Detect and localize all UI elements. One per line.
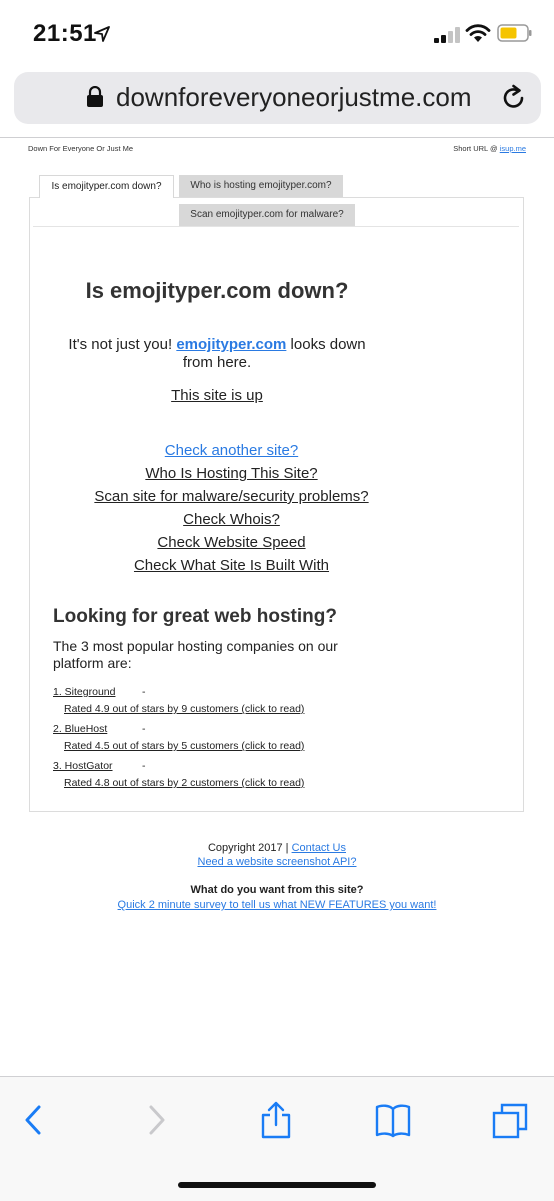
- host-link-bluehost[interactable]: 2. BlueHost: [53, 723, 107, 735]
- who-is-hosting-link[interactable]: Who Is Hosting This Site?: [40, 462, 423, 485]
- browser-divider: [0, 137, 554, 138]
- wifi-icon: [465, 24, 491, 42]
- screenshot-api-link[interactable]: Need a website screenshot API?: [198, 856, 357, 868]
- host-item: 2. BlueHost -: [53, 723, 146, 735]
- host-dash: -: [142, 723, 146, 735]
- signal-icon: [434, 27, 460, 43]
- short-url-label: Short URL @: [453, 144, 498, 153]
- host-rating-link[interactable]: Rated 4.8 out of stars by 2 customers (c…: [64, 777, 304, 789]
- tab-scan-malware[interactable]: Scan emojityper.com for malware?: [179, 204, 355, 226]
- tab-is-down[interactable]: Is emojityper.com down?: [39, 175, 174, 198]
- host-rating-link[interactable]: Rated 4.5 out of stars by 5 customers (c…: [64, 740, 304, 752]
- status-message: It's not just you! emojityper.com looks …: [60, 336, 374, 372]
- host-link-siteground[interactable]: 1. Siteground: [53, 686, 115, 698]
- survey-question: What do you want from this site?: [190, 884, 364, 896]
- built-with-link[interactable]: Check What Site Is Built With: [40, 554, 423, 577]
- url-text[interactable]: downforeveryoneorjustme.com: [116, 82, 472, 113]
- api-line: Need a website screenshot API?: [0, 856, 554, 868]
- status-bar: 21:51: [0, 0, 554, 64]
- host-link-hostgator[interactable]: 3. HostGator: [53, 760, 113, 772]
- tabs-icon[interactable]: [492, 1101, 528, 1139]
- site-is-up-link[interactable]: This site is up: [40, 387, 394, 404]
- host-item: 1. Siteground -: [53, 686, 146, 698]
- lock-icon: [87, 86, 103, 107]
- action-links: Check another site? Who Is Hosting This …: [40, 439, 423, 577]
- short-url-link[interactable]: isup.me: [500, 144, 526, 153]
- copyright-line: Copyright 2017 | Contact Us: [0, 842, 554, 854]
- browser-toolbar: [0, 1076, 554, 1201]
- panel-divider: [33, 226, 519, 227]
- address-bar[interactable]: downforeveryoneorjustme.com: [14, 72, 541, 124]
- scan-malware-link[interactable]: Scan site for malware/security problems?: [40, 485, 423, 508]
- hosting-heading: Looking for great web hosting?: [53, 606, 337, 627]
- host-item: 3. HostGator -: [53, 760, 146, 772]
- page-title: Is emojityper.com down?: [85, 278, 349, 303]
- survey-line: Quick 2 minute survey to tell us what NE…: [0, 899, 554, 911]
- check-another-site-link[interactable]: Check another site?: [40, 439, 423, 462]
- copyright-text: Copyright 2017 |: [207, 842, 289, 854]
- check-speed-link[interactable]: Check Website Speed: [40, 531, 423, 554]
- tab-who-is-hosting[interactable]: Who is hosting emojityper.com?: [179, 175, 343, 197]
- clock: 21:51: [33, 20, 97, 47]
- home-indicator[interactable]: [178, 1182, 376, 1188]
- status-pre: It's not just you!: [68, 336, 173, 353]
- host-rating-link[interactable]: Rated 4.9 out of stars by 9 customers (c…: [64, 703, 304, 715]
- hosting-description: The 3 most popular hosting companies on …: [53, 638, 338, 671]
- check-whois-link[interactable]: Check Whois?: [40, 508, 423, 531]
- reload-icon[interactable]: [500, 84, 528, 112]
- short-url: Short URL @ isup.me: [453, 144, 526, 153]
- site-name: Down For Everyone Or Just Me: [28, 144, 134, 153]
- back-icon[interactable]: [16, 1101, 52, 1139]
- checked-domain-link[interactable]: emojityper.com: [176, 336, 286, 353]
- forward-icon[interactable]: [138, 1101, 174, 1139]
- share-icon[interactable]: [258, 1101, 294, 1139]
- contact-us-link[interactable]: Contact Us: [292, 842, 346, 854]
- location-arrow-icon: [94, 26, 110, 42]
- bookmarks-icon[interactable]: [375, 1101, 411, 1139]
- battery-icon: [497, 24, 532, 42]
- survey-link[interactable]: Quick 2 minute survey to tell us what NE…: [118, 899, 437, 911]
- host-dash: -: [142, 760, 146, 772]
- host-dash: -: [142, 686, 146, 698]
